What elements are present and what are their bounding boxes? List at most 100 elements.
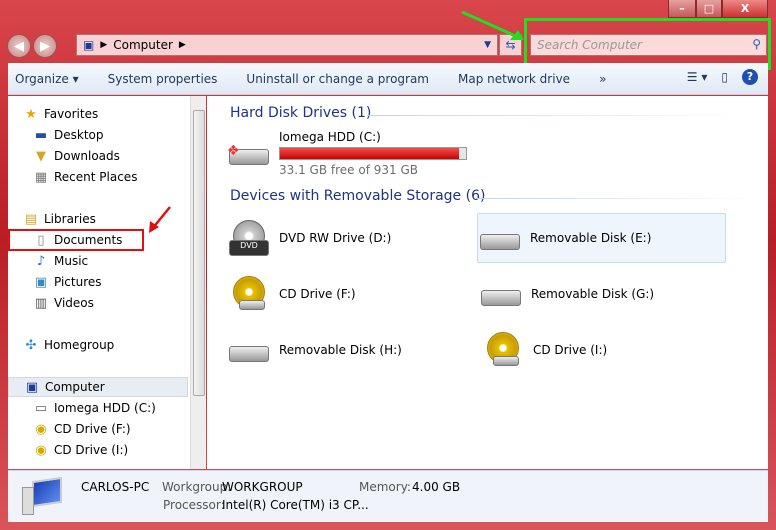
label: CD Drive (F:) [54,422,131,436]
computer-icon [22,476,66,517]
annotation-arrow-green [461,10,524,40]
cd-drive-icon [481,330,525,370]
recent-places-icon: ▦ [34,169,48,185]
drive-free-space: 33.1 GB free of 931 GB [279,162,418,177]
computer-icon: ▣ [83,38,95,52]
processor-label: Processor: [163,498,225,512]
hard-drive-icon: ❖ [227,133,271,173]
details-pane: CARLOS-PC Workgroup: WORKGROUP Memory: 4… [8,470,768,522]
drive-item-h[interactable]: Removable Disk (H:) [227,325,402,375]
drive-item-e[interactable]: Removable Disk (E:) [477,213,726,263]
label: Pictures [54,275,102,289]
group-header-hard-disks[interactable]: Hard Disk Drives (1) [230,105,371,121]
map-network-drive-button[interactable]: Map network drive [458,72,570,86]
drive-name: Iomega HDD (C:) [279,129,381,144]
chevron-right-icon: ▶ [100,40,108,50]
uninstall-program-button[interactable]: Uninstall or change a program [246,72,429,86]
label: Homegroup [44,338,115,352]
label: Recent Places [54,170,138,184]
drive-name: CD Drive (F:) [279,287,356,301]
drive-item-c[interactable]: ❖ Iomega HDD (C:) 33.1 GB free of 931 GB [227,128,467,178]
removable-disk-icon [478,218,522,258]
preview-pane-icon[interactable]: ▯ [721,70,728,84]
workgroup-value: WORKGROUP [222,480,303,494]
address-bar[interactable]: ▣ ▶ Computer ▶ ▼ [76,34,498,56]
annotation-highlight-box [8,229,144,251]
sidebar-item-downloads[interactable]: ▼ Downloads [33,146,190,166]
music-icon: ♪ [36,253,46,269]
navigation-pane: ★ Favorites ▬ Desktop ▼ Downloads ▦ Recent P… [8,96,190,469]
drive-name: Removable Disk (H:) [279,343,402,357]
label: Music [54,254,89,268]
label: Iomega HDD (C:) [54,401,156,415]
videos-icon: ▥ [34,295,48,311]
maximize-button[interactable]: □ [696,0,722,18]
downloads-icon: ▼ [36,148,46,164]
cd-drive-icon [227,274,271,314]
workgroup-label: Workgroup: [162,480,232,494]
removable-disk-icon [479,274,523,314]
divider [367,115,757,116]
cd-icon: ◉ [35,421,47,437]
sidebar-item-computer[interactable]: ▣ Computer [8,377,188,397]
drive-item-g[interactable]: Removable Disk (G:) [479,269,654,319]
sidebar-item-homegroup[interactable]: ✣ Homegroup [23,335,190,355]
drive-item-f[interactable]: CD Drive (F:) [227,269,356,319]
breadcrumb-computer[interactable]: Computer [113,38,173,52]
window-controls: – □ X [668,0,768,18]
computer-icon: ▣ [25,379,39,395]
label: CD Drive (I:) [54,443,129,457]
star-icon: ★ [25,106,37,122]
cd-icon: ◉ [35,442,47,458]
drive-name: CD Drive (I:) [533,343,608,357]
drive-name: Removable Disk (G:) [531,287,655,301]
forward-button[interactable]: ▶ [33,34,57,58]
sidebar-item-drive-f[interactable]: ◉ CD Drive (F:) [33,419,190,439]
drive-item-d[interactable]: DVD DVD RW Drive (D:) [227,213,475,263]
chevron-right-icon: ▶ [178,40,186,50]
sidebar-item-favorites[interactable]: ★ Favorites [23,104,190,124]
dvd-drive-icon: DVD [227,218,271,258]
organize-button[interactable]: Organize ▾ [15,72,79,86]
drive-item-i[interactable]: CD Drive (I:) [481,325,607,375]
libraries-icon: ▤ [24,211,38,227]
label: Libraries [44,212,96,226]
desktop-icon: ▬ [34,127,48,143]
sidebar-item-videos[interactable]: ▥ Videos [33,293,190,313]
more-commands-button[interactable]: » [599,72,606,86]
drive-name: DVD RW Drive (D:) [279,231,392,245]
close-button[interactable]: X [722,0,768,18]
memory-value: 4.00 GB [412,480,461,494]
computer-name: CARLOS-PC [81,480,150,494]
hard-drive-icon: ▭ [34,400,48,416]
view-options-icon[interactable]: ☰ ▾ [687,70,708,84]
help-icon[interactable]: ? [742,69,758,85]
sidebar-item-drive-c[interactable]: ▭ Iomega HDD (C:) [33,398,190,418]
pictures-icon: ▣ [34,274,48,290]
scrollbar-thumb[interactable] [193,110,205,396]
divider [477,198,757,199]
drive-name: Removable Disk (E:) [530,231,652,245]
homegroup-icon: ✣ [25,337,37,353]
content-pane: Hard Disk Drives (1) ❖ Iomega HDD (C:) 3… [207,96,768,469]
sidebar-item-drive-i[interactable]: ◉ CD Drive (I:) [33,440,190,460]
system-properties-button[interactable]: System properties [108,72,218,86]
sidebar-item-pictures[interactable]: ▣ Pictures [33,272,190,292]
drive-usage-bar [279,146,467,160]
sidebar-item-music[interactable]: ♪ Music [33,251,190,271]
group-header-removable[interactable]: Devices with Removable Storage (6) [230,188,485,204]
label: Downloads [54,149,120,163]
navigation-buttons: ◀ ▶ [7,34,57,58]
command-bar: Organize ▾ System properties Uninstall o… [8,63,768,95]
label: Computer [45,380,105,394]
sidebar-item-desktop[interactable]: ▬ Desktop [33,125,190,145]
annotation-arrow-red [149,206,171,233]
sidebar-item-recent-places[interactable]: ▦ Recent Places [33,167,190,187]
label: Favorites [44,107,99,121]
removable-disk-icon [227,330,271,370]
minimize-button[interactable]: – [668,0,696,18]
sidebar-scrollbar[interactable] [190,96,206,469]
label: Desktop [54,128,104,142]
back-button[interactable]: ◀ [7,34,31,58]
processor-value: Intel(R) Core(TM) i3 CP... [222,498,369,512]
